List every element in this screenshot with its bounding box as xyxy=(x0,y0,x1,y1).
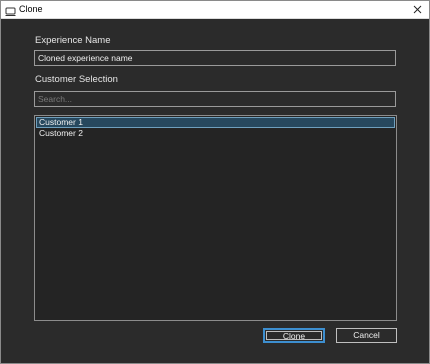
window-icon xyxy=(5,4,16,16)
window-title: Clone xyxy=(19,4,43,14)
cancel-button[interactable]: Cancel xyxy=(336,328,397,343)
customer-search-input[interactable] xyxy=(34,91,396,107)
customer-list-item[interactable]: Customer 2 xyxy=(36,128,395,139)
customer-selection-label: Customer Selection xyxy=(35,74,118,85)
clone-dialog: Clone Experience Name Customer Selection… xyxy=(0,0,430,364)
title-bar[interactable]: Clone xyxy=(1,1,429,19)
experience-name-input[interactable] xyxy=(34,50,396,66)
clone-button[interactable]: Clone xyxy=(263,328,325,343)
customer-list[interactable]: Customer 1 Customer 2 xyxy=(34,115,397,321)
customer-list-item[interactable]: Customer 1 xyxy=(36,117,395,128)
clone-button-label: Clone xyxy=(266,331,322,341)
close-icon xyxy=(413,5,422,14)
experience-name-label: Experience Name xyxy=(35,35,111,46)
close-button[interactable] xyxy=(410,2,425,17)
